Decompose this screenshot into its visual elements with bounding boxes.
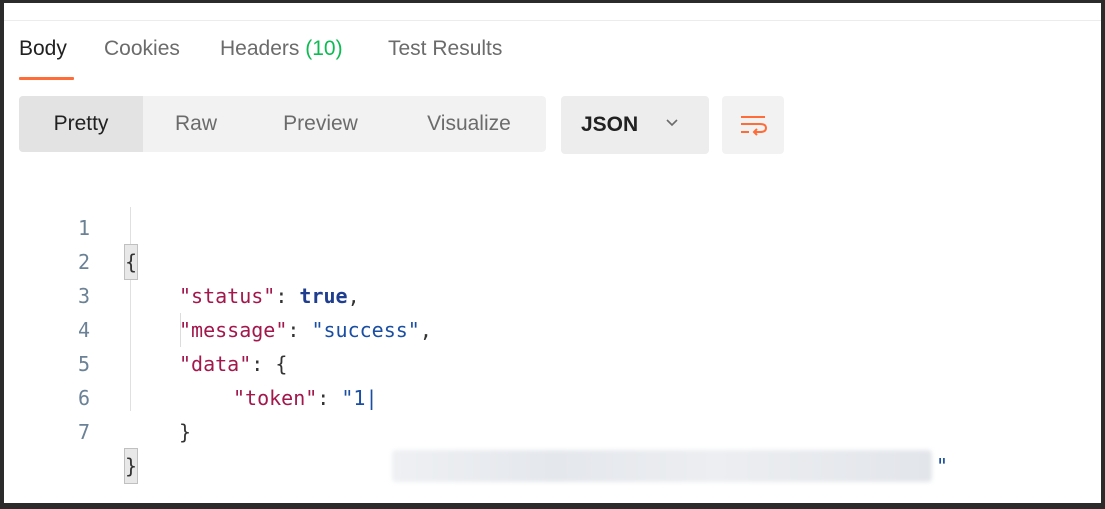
json-sep: : [251, 352, 276, 376]
code-line: 4 "data": { [4, 279, 287, 376]
code-line: 3 "message": "success", [4, 245, 432, 342]
json-key: "message" [179, 318, 288, 342]
json-sep: : [275, 284, 300, 308]
brace: } [179, 420, 192, 444]
tab-headers-label: Headers [220, 37, 300, 60]
view-preview-button[interactable]: Preview [249, 96, 392, 152]
indent-guide [130, 207, 131, 411]
json-sep: : [317, 386, 342, 410]
wrap-lines-icon [741, 116, 768, 136]
line-number: 7 [77, 420, 90, 444]
headers-count-badge: (10) [305, 37, 343, 60]
code-line: 6 } [4, 347, 191, 444]
json-value: "1| [341, 386, 378, 410]
chevron-down-icon [666, 119, 678, 127]
json-comma: , [347, 284, 360, 308]
view-mode-group: Pretty Raw Preview Visualize [19, 96, 546, 152]
json-brace: { [275, 352, 288, 376]
code-line: 2 "status": true, [4, 211, 360, 308]
brace: } [123, 448, 139, 484]
format-select-value: JSON [581, 113, 639, 136]
response-panel: Body Cookies Headers (10) Test Results P… [4, 3, 1101, 503]
code-line: 5 "token": "1| " [4, 313, 948, 482]
redacted-token [392, 450, 932, 482]
brace: { [123, 244, 139, 280]
code-line: 1 { [4, 177, 139, 280]
tab-headers[interactable]: Headers (10) [220, 37, 343, 61]
view-visualize-button[interactable]: Visualize [392, 96, 546, 152]
json-value: true [299, 284, 348, 308]
format-select[interactable]: JSON [561, 96, 709, 154]
wrap-lines-button[interactable] [722, 96, 784, 154]
json-value: "success" [311, 318, 420, 342]
json-key: "data" [179, 352, 252, 376]
code-line: 7 } [4, 381, 139, 484]
json-quote: " [936, 454, 949, 478]
view-pretty-button[interactable]: Pretty [19, 96, 143, 152]
json-sep: : [287, 318, 312, 342]
view-raw-button[interactable]: Raw [143, 96, 249, 152]
tab-test-results[interactable]: Test Results [388, 37, 502, 61]
top-divider [4, 20, 1101, 21]
tab-cookies[interactable]: Cookies [104, 37, 180, 61]
tab-body[interactable]: Body [19, 37, 67, 61]
json-key: "token" [233, 386, 318, 410]
json-key: "status" [179, 284, 276, 308]
active-tab-indicator [19, 77, 74, 80]
json-comma: , [419, 318, 432, 342]
